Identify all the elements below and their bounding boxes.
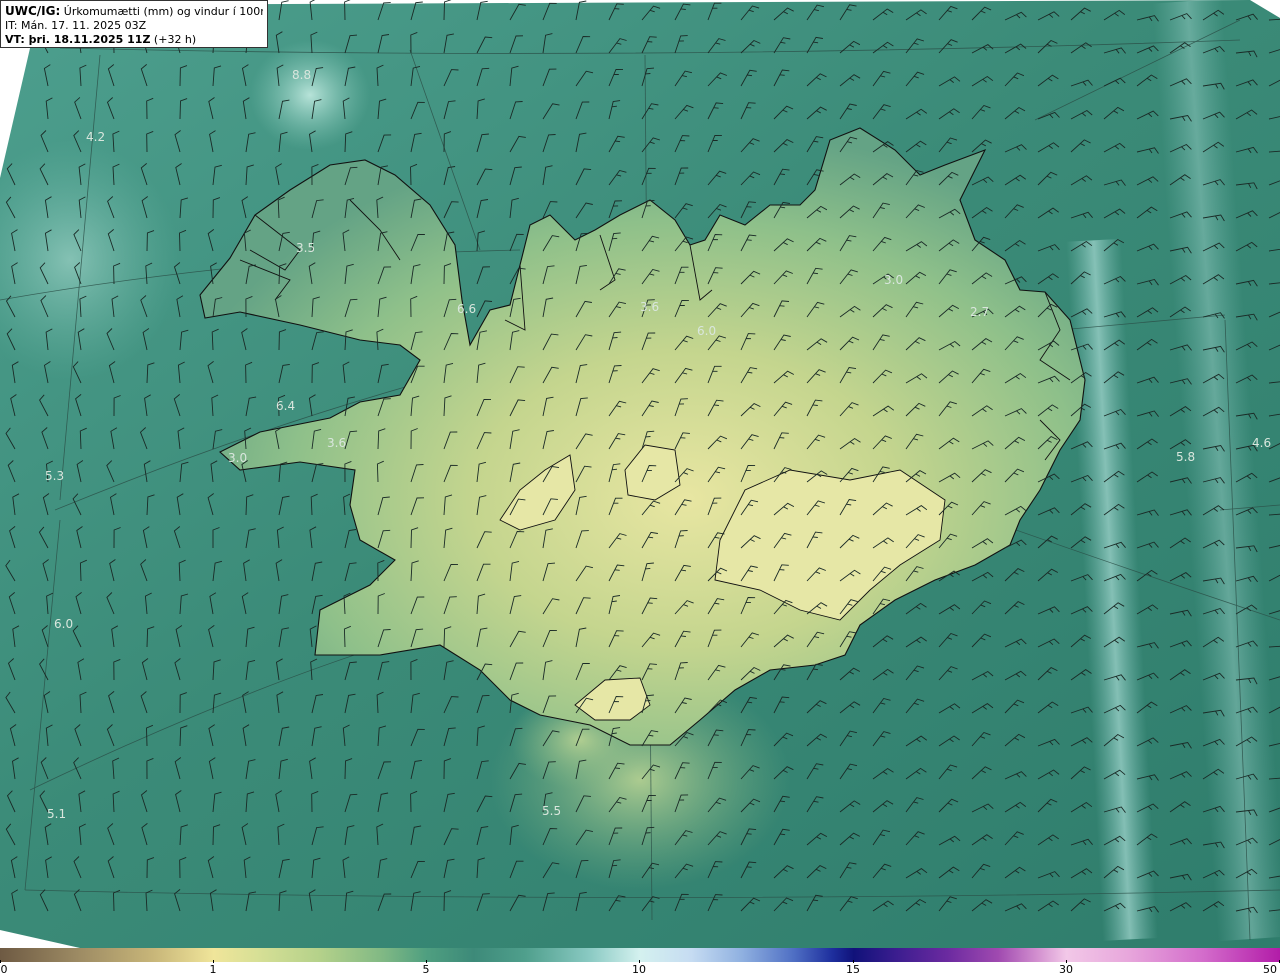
colorbar-tick-label: 30 xyxy=(1059,963,1073,976)
lead-time: (+32 h) xyxy=(150,33,197,46)
value-label: 8.8 xyxy=(292,68,311,82)
colorbar xyxy=(0,948,1280,962)
value-label: 4.6 xyxy=(1252,436,1271,450)
value-label: 4.2 xyxy=(86,130,105,144)
value-label: 2.7 xyxy=(970,305,989,319)
value-label: 6.6 xyxy=(457,302,476,316)
colorbar-tick-label: 5 xyxy=(422,963,430,976)
map-info-box: UWC/IG: Úrkomumætti (mm) og vindur í 100… xyxy=(0,0,268,48)
value-label: 5.3 xyxy=(45,469,64,483)
colorbar-tick-label: 50 xyxy=(1263,963,1277,976)
colorbar-ticks: 0 1 5 10 15 30 50 xyxy=(0,960,1280,978)
product-code: UWC/IG: xyxy=(5,4,61,18)
value-label: 3.6 xyxy=(640,300,659,314)
valid-time: VT: þri. 18.11.2025 11Z (+32 h) xyxy=(5,33,263,47)
value-label: 6.0 xyxy=(697,324,716,338)
value-label: 3.6 xyxy=(327,436,346,450)
value-label: 3.0 xyxy=(228,451,247,465)
value-label: 5.8 xyxy=(1176,450,1195,464)
value-label: 5.1 xyxy=(47,807,66,821)
issue-time: IT: Mán. 17. 11. 2025 03Z xyxy=(5,19,147,32)
product-description: Úrkomumætti (mm) og vindur í 100m hæð xyxy=(63,5,263,18)
colorbar-tick-label: 0 xyxy=(0,963,8,976)
colorbar-tick-label: 15 xyxy=(846,963,860,976)
map-title: UWC/IG: Úrkomumætti (mm) og vindur í 100… xyxy=(5,4,263,19)
value-label: 6.0 xyxy=(54,617,73,631)
precipitable-water-map: 8.8 4.2 3.5 6.6 3.6 6.0 3.0 2.7 6.4 3.6 … xyxy=(0,0,1280,948)
value-label: 6.4 xyxy=(276,399,295,413)
value-label: 3.0 xyxy=(884,273,903,287)
colorbar-tick-label: 1 xyxy=(209,963,217,976)
colorbar-tick-label: 10 xyxy=(632,963,646,976)
value-label: 5.5 xyxy=(542,804,561,818)
valid-time-value: VT: þri. 18.11.2025 11Z xyxy=(5,33,151,46)
value-label: 3.5 xyxy=(296,241,315,255)
